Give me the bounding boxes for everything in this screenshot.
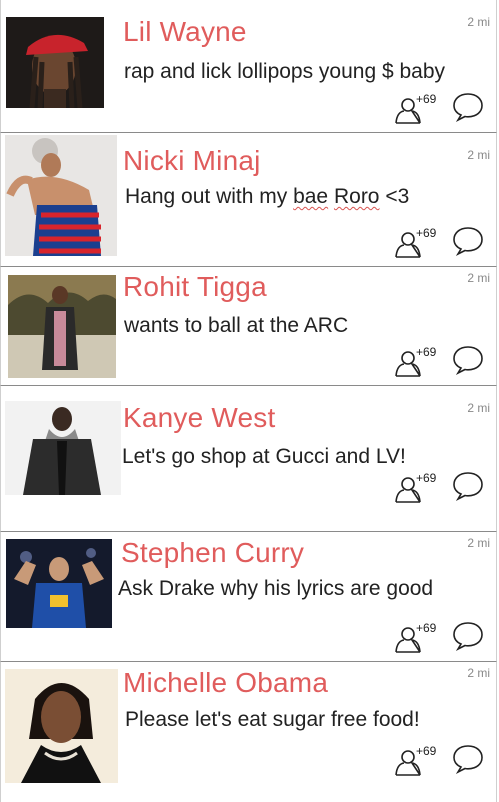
join-count: +69 [416, 226, 437, 240]
card-actions: +69 [394, 742, 484, 776]
lil-wayne-photo-icon [6, 17, 104, 108]
join-button[interactable]: +69 [394, 621, 437, 653]
join-button[interactable]: +69 [394, 744, 437, 776]
join-count: +69 [416, 345, 437, 359]
misspelled-word: bae [293, 185, 329, 208]
join-count: +69 [416, 471, 437, 485]
user-name[interactable]: Michelle Obama [123, 667, 328, 699]
user-name[interactable]: Lil Wayne [123, 16, 247, 48]
status-text: Please let's eat sugar free food! [125, 708, 420, 731]
comment-button[interactable] [452, 621, 484, 651]
distance-label: 2 mi [467, 15, 490, 29]
distance-label: 2 mi [467, 536, 490, 550]
speech-bubble-icon [453, 227, 483, 256]
user-name[interactable]: Kanye West [123, 402, 275, 434]
distance-label: 2 mi [467, 148, 490, 162]
card-actions: +69 [394, 469, 484, 503]
activity-feed: Lil Wayne rap and lick lollipops young $… [0, 0, 499, 802]
speech-bubble-icon [453, 745, 483, 774]
feed-card[interactable]: Lil Wayne rap and lick lollipops young $… [0, 0, 497, 132]
join-count: +69 [416, 92, 437, 106]
status-text-part: <3 [379, 185, 410, 208]
user-name[interactable]: Nicki Minaj [123, 145, 261, 177]
join-button[interactable]: +69 [394, 226, 437, 258]
comment-button[interactable] [452, 471, 484, 501]
card-actions: +69 [394, 619, 484, 653]
status-text: Ask Drake why his lyrics are good [118, 577, 434, 600]
join-count: +69 [416, 621, 437, 635]
card-actions: +69 [394, 90, 484, 124]
nicki-minaj-photo-icon [5, 135, 117, 256]
user-name[interactable]: Stephen Curry [121, 537, 304, 569]
join-count: +69 [416, 744, 437, 758]
profile-photo[interactable] [6, 539, 112, 628]
join-button[interactable]: +69 [394, 471, 437, 503]
kanye-west-photo-icon [5, 401, 121, 495]
profile-photo[interactable] [8, 275, 116, 378]
profile-photo[interactable] [5, 401, 121, 495]
comment-button[interactable] [452, 345, 484, 375]
comment-button[interactable] [452, 744, 484, 774]
profile-photo[interactable] [5, 135, 117, 256]
feed-card[interactable]: Michelle Obama Please let's eat sugar fr… [0, 661, 497, 802]
card-actions: +69 [394, 343, 484, 377]
profile-photo[interactable] [6, 17, 104, 108]
speech-bubble-icon [453, 346, 483, 375]
card-actions: +69 [394, 224, 484, 258]
feed-card[interactable]: Nicki Minaj Hang out with my bae Roro <3… [0, 132, 497, 266]
distance-label: 2 mi [467, 271, 490, 285]
status-text: rap and lick lollipops young $ baby [124, 60, 446, 83]
speech-bubble-icon [453, 93, 483, 122]
comment-button[interactable] [452, 92, 484, 122]
user-name[interactable]: Rohit Tigga [123, 271, 267, 303]
join-button[interactable]: +69 [394, 92, 437, 124]
status-text: Hang out with my bae Roro <3 [125, 184, 409, 210]
michelle-obama-photo-icon [5, 669, 118, 783]
profile-photo[interactable] [5, 669, 118, 783]
status-text-part: Hang out with my [125, 185, 294, 208]
feed-card[interactable]: Rohit Tigga wants to ball at the ARC 2 m… [0, 266, 497, 385]
speech-bubble-icon [453, 472, 483, 501]
join-button[interactable]: +69 [394, 345, 437, 377]
speech-bubble-icon [453, 622, 483, 651]
status-text: wants to ball at the ARC [124, 314, 349, 337]
distance-label: 2 mi [467, 666, 490, 680]
misspelled-word: Roro [333, 185, 380, 208]
comment-button[interactable] [452, 226, 484, 256]
distance-label: 2 mi [467, 401, 490, 415]
rohit-tigga-photo-icon [8, 275, 116, 378]
feed-card[interactable]: Kanye West Let's go shop at Gucci and LV… [0, 385, 497, 531]
feed-card[interactable]: Stephen Curry Ask Drake why his lyrics a… [0, 531, 497, 661]
stephen-curry-photo-icon [6, 539, 112, 628]
status-text: Let's go shop at Gucci and LV! [122, 445, 406, 468]
